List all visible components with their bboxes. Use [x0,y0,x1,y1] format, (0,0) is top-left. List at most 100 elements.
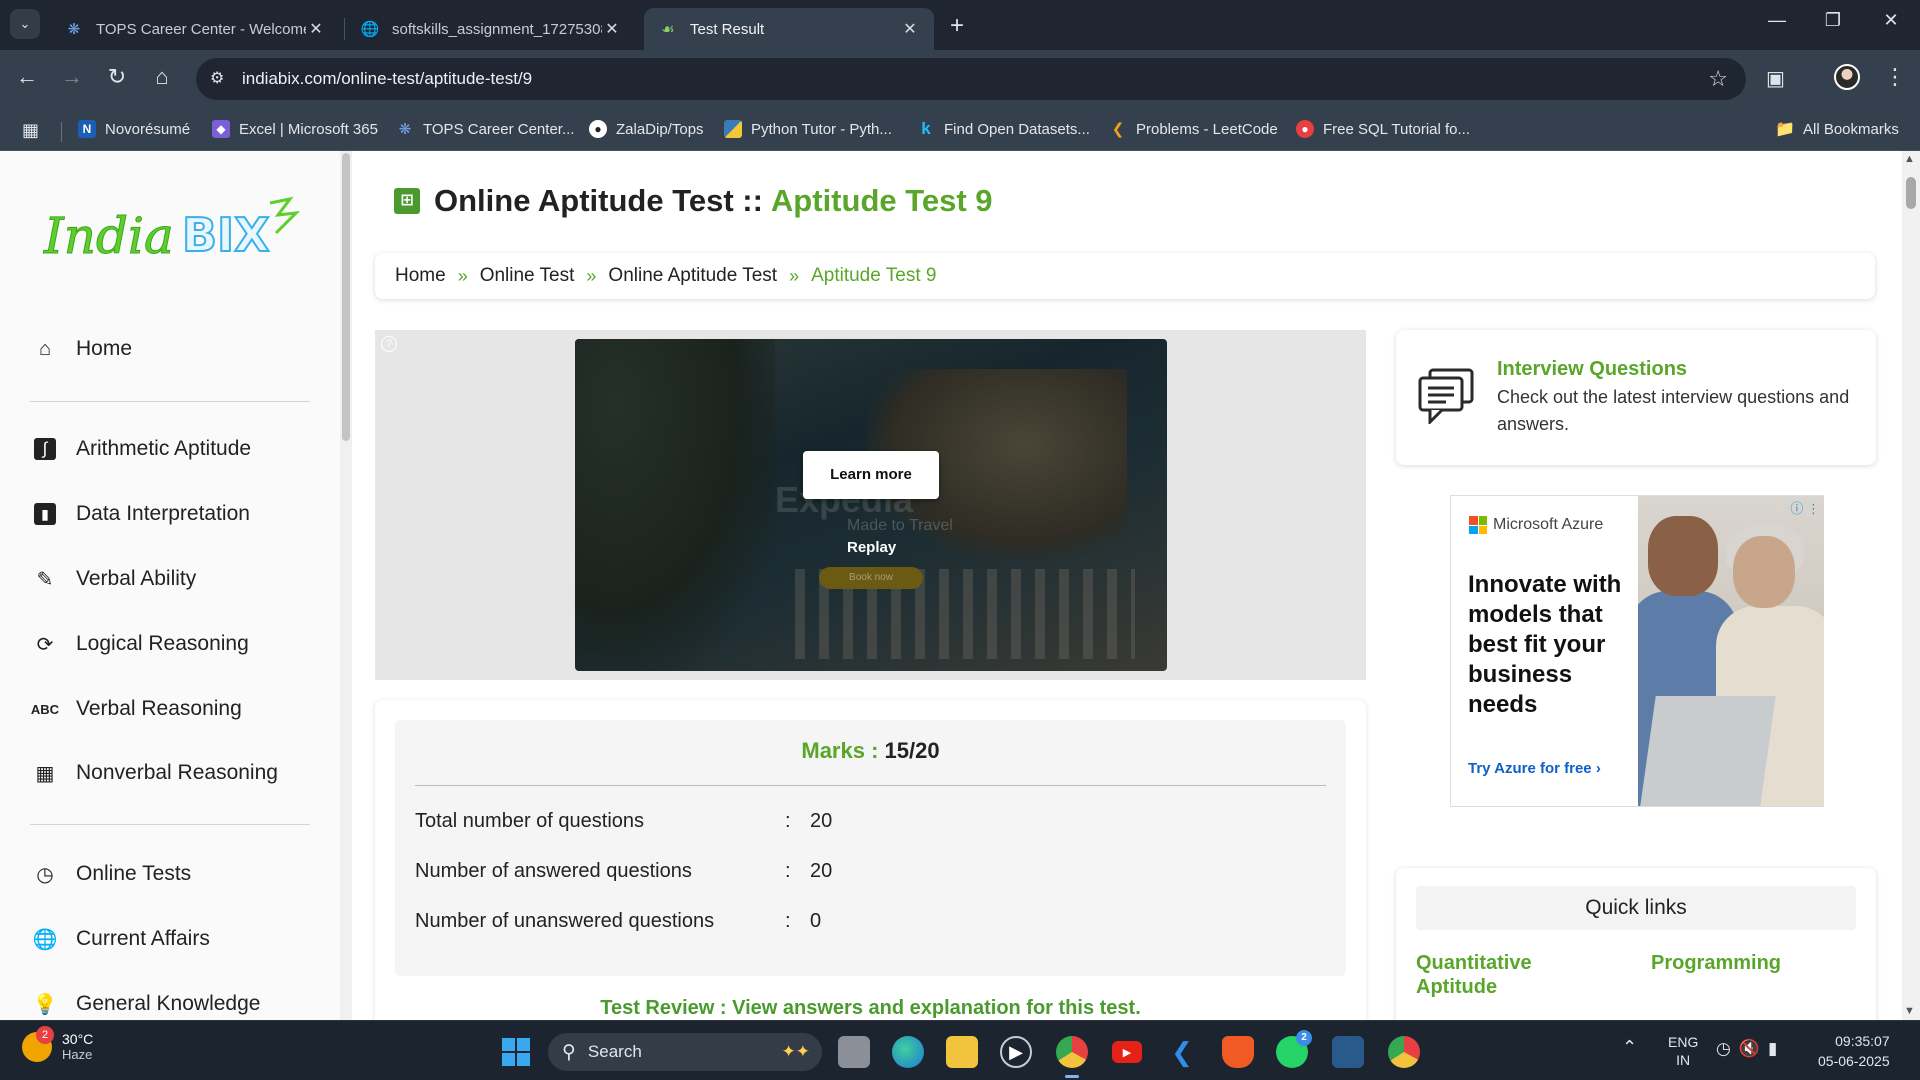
bookmark-label: Problems - LeetCode [1136,120,1278,138]
breadcrumb-online-aptitude-test[interactable]: Online Aptitude Test [608,265,777,287]
brave-icon[interactable] [1222,1036,1254,1068]
sidebar-item-label: Nonverbal Reasoning [76,761,278,784]
taskbar-search[interactable]: ⚲ Search ✦✦ [548,1033,822,1071]
file-explorer-icon[interactable] [946,1036,978,1068]
folder-icon: 📁 [1775,121,1795,138]
interview-questions-card[interactable]: Interview Questions Check out the latest… [1396,330,1876,465]
interview-card-title[interactable]: Interview Questions [1497,358,1687,381]
start-button[interactable] [500,1036,532,1068]
indiabix-logo[interactable]: India BIX [40,193,301,273]
back-icon[interactable]: ← [12,64,42,90]
window-close-icon[interactable]: ✕ [1876,10,1906,31]
book-now-button[interactable]: Book now [819,567,923,589]
page-scrollbar[interactable] [1902,151,1920,1020]
url-text[interactable]: indiabix.com/online-test/aptitude-test/9 [242,69,532,89]
weather-widget[interactable]: 2 30°C Haze [22,1025,93,1062]
chrome-icon[interactable] [1056,1036,1088,1068]
bookmark-excel[interactable]: ◆ Excel | Microsoft 365 [212,120,378,138]
bookmark-tops[interactable]: ❋ TOPS Career Center... [396,120,575,139]
bookmark-leetcode[interactable]: ❮ Problems - LeetCode [1109,120,1278,139]
youtube-icon[interactable]: ▶ [1112,1041,1142,1063]
sidebar-item-logical-reasoning[interactable]: ⟳ Logical Reasoning [30,631,249,657]
whatsapp-badge: 2 [1296,1030,1312,1046]
all-bookmarks-folder[interactable]: 📁 All Bookmarks [1775,120,1899,139]
site-info-icon[interactable]: ⚙ [210,68,224,88]
adchoices-info-icon[interactable]: ⓘ ⋮ [1790,498,1820,517]
lang-primary: ENG [1668,1034,1699,1050]
interview-card-desc: Check out the latest interview questions… [1497,387,1850,434]
bookmark-sql-tutorial[interactable]: ● Free SQL Tutorial fo... [1296,120,1470,138]
bookmark-novoresume[interactable]: N Novorésumé [78,120,190,138]
show-hidden-icons-icon[interactable]: ⌃ [1622,1037,1637,1058]
chrome-profile-icon[interactable] [1388,1036,1420,1068]
test-review-link[interactable]: Test Review : View answers and explanati… [375,997,1366,1020]
marks-label: Marks : [801,738,879,763]
browser-menu-icon[interactable]: ⋮ [1884,64,1906,90]
bookmark-label: TOPS Career Center... [423,120,575,138]
media-player-icon[interactable]: ▶ [1000,1036,1032,1068]
tab-test-result[interactable]: ☙ Test Result ✕ [644,8,934,50]
tab-tops-career[interactable]: ❋ TOPS Career Center - Welcome ✕ [50,8,340,50]
learn-more-button[interactable]: Learn more [803,451,939,499]
tab-softskills[interactable]: 🌐 softskills_assignment_17275308 ✕ [346,8,636,50]
close-tab-icon[interactable]: ✕ [306,19,326,39]
bookmarks-divider [61,122,62,142]
address-bar[interactable]: ⚙ indiabix.com/online-test/aptitude-test… [196,58,1746,100]
bookmark-kaggle[interactable]: k Find Open Datasets... [917,119,1090,138]
page-scroll-thumb[interactable] [1906,177,1916,209]
profile-avatar[interactable] [1834,64,1860,90]
new-tab-button[interactable]: + [950,12,964,40]
azure-display-ad[interactable]: Microsoft Azure Innovate with models tha… [1450,495,1824,807]
ssms-icon[interactable] [1332,1036,1364,1068]
sidebar-item-verbal-ability[interactable]: ✎ Verbal Ability [30,566,197,592]
scroll-down-arrow-icon[interactable]: ▼ [1904,1005,1915,1017]
replay-button[interactable]: Replay [847,539,896,556]
bookmark-python-tutor[interactable]: Python Tutor - Pyth... [724,120,892,138]
breadcrumb-home[interactable]: Home [395,265,446,287]
home-button-icon[interactable]: ⌂ [147,64,177,90]
ad-help-icon[interactable]: ? [381,336,397,352]
minimize-icon[interactable]: — [1762,10,1792,31]
tops-favicon-icon: ❋ [67,21,81,38]
sidebar-item-online-tests[interactable]: ◷ Online Tests [30,861,191,887]
result-row-label: Number of unanswered questions [415,910,715,932]
breadcrumb-online-test[interactable]: Online Test [480,265,575,287]
azure-cta-link[interactable]: Try Azure for free › [1468,760,1601,777]
edge-icon[interactable] [892,1036,924,1068]
sidebar-item-arithmetic-aptitude[interactable]: ∫ Arithmetic Aptitude [30,436,251,462]
tab-search-button[interactable]: ⌄ [10,9,40,39]
globe-icon: 🌐 [32,928,58,951]
bookmark-github[interactable]: ● ZalaDip/Tops [589,120,704,138]
apps-grid-icon[interactable]: ▦ [22,120,39,141]
video-ad[interactable]: Expedia Made to Travel Learn more Replay… [575,339,1167,671]
sidebar-item-verbal-reasoning[interactable]: ABC Verbal Reasoning [30,696,242,722]
system-tray-icons[interactable]: ◷🔇▮ [1716,1039,1785,1059]
restore-icon[interactable]: ❐ [1818,10,1848,31]
task-view-icon[interactable] [838,1036,870,1068]
sidebar-item-home[interactable]: ⌂ Home [30,336,132,362]
windows-taskbar: 2 30°C Haze ⚲ Search ✦✦ ▶ ▶ ❮ 2 ⌃ ENG IN… [0,1020,1920,1080]
vscode-icon[interactable]: ❮ [1166,1036,1198,1068]
system-clock[interactable]: 09:35:07 05-06-2025 [1818,1031,1890,1071]
close-tab-icon[interactable]: ✕ [900,19,920,39]
sidebar-item-nonverbal-reasoning[interactable]: ▦ Nonverbal Reasoning [30,760,278,786]
tab-title: softskills_assignment_17275308 [392,20,602,38]
battery-icon: ▮ [1768,1039,1786,1058]
forward-icon[interactable]: → [57,64,87,90]
reload-icon[interactable]: ↻ [102,64,132,90]
whatsapp-icon[interactable]: 2 [1276,1030,1312,1068]
sidebar-item-data-interpretation[interactable]: ▮ Data Interpretation [30,501,250,527]
sidebar-scroll-thumb[interactable] [342,153,350,441]
quick-link-programming[interactable]: Programming [1651,951,1781,975]
extensions-icon[interactable]: ▣ [1766,66,1785,91]
close-tab-icon[interactable]: ✕ [602,19,622,39]
result-row-value: 20 [810,860,833,882]
language-indicator[interactable]: ENG IN [1668,1033,1698,1069]
address-toolbar: ← → ↻ ⌂ ⚙ indiabix.com/online-test/aptit… [0,50,1920,108]
scroll-up-arrow-icon[interactable]: ▲ [1904,153,1915,165]
quick-link-quantitative-aptitude[interactable]: Quantitative Aptitude [1416,951,1576,999]
sidebar-item-general-knowledge[interactable]: 💡 General Knowledge [30,991,261,1017]
bookmark-star-icon[interactable]: ☆ [1708,66,1728,92]
sidebar-item-current-affairs[interactable]: 🌐 Current Affairs [30,926,210,952]
svg-text:India: India [43,207,174,265]
